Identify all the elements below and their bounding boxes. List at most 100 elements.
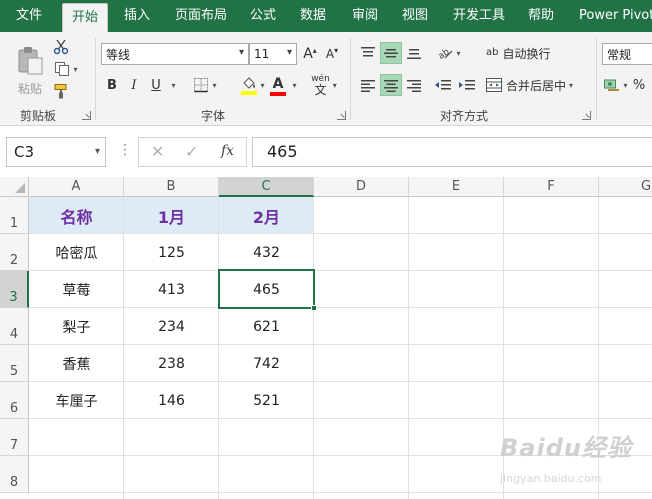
tab-formulas[interactable]: 公式 (250, 0, 276, 32)
merge-center-button[interactable]: 合并后居中 ▾ (486, 74, 586, 96)
cell-b4[interactable]: 234 (124, 308, 219, 345)
group-divider (95, 38, 96, 120)
font-dialog-launcher[interactable] (337, 111, 346, 120)
cut-button[interactable] (51, 38, 71, 56)
align-bottom-icon (407, 46, 421, 60)
column-header-e[interactable]: E (409, 177, 504, 197)
tab-help[interactable]: 帮助 (528, 0, 554, 32)
tab-insert[interactable]: 插入 (124, 0, 150, 32)
font-color-swatch (270, 92, 286, 96)
row-header-5[interactable]: 5 (0, 345, 29, 382)
cell-c2[interactable]: 432 (219, 234, 314, 271)
accounting-format-button[interactable]: ▾ (604, 74, 628, 96)
formula-input[interactable]: 465 (252, 137, 652, 167)
chevron-down-icon[interactable]: ▾ (95, 138, 100, 166)
cell-b2[interactable]: 125 (124, 234, 219, 271)
row-header-8[interactable]: 8 (0, 456, 29, 493)
column-header-b[interactable]: B (124, 177, 219, 197)
cell-a1[interactable]: 名称 (29, 197, 124, 234)
column-header-c[interactable]: C (219, 177, 314, 197)
chevron-down-icon[interactable]: ▾ (287, 47, 292, 58)
align-bottom-button[interactable] (403, 42, 425, 64)
tab-file[interactable]: 文件 (0, 0, 58, 32)
decrease-indent-button[interactable] (432, 74, 454, 96)
row-header-4[interactable]: 4 (0, 308, 29, 345)
column-header-f[interactable]: F (504, 177, 599, 197)
row-header-3[interactable]: 3 (0, 271, 29, 308)
align-top-button[interactable] (357, 42, 379, 64)
alignment-dialog-launcher[interactable] (582, 111, 591, 120)
chevron-down-icon: ▾ (456, 48, 461, 58)
clipboard-dialog-launcher[interactable] (82, 111, 91, 120)
insert-function-icon[interactable]: fx (221, 143, 234, 159)
row-header-1[interactable]: 1 (0, 197, 29, 234)
cell-a4[interactable]: 梨子 (29, 308, 124, 345)
font-size-combo[interactable]: 11 ▾ (249, 43, 297, 65)
copy-button[interactable]: ▾ (51, 60, 81, 78)
borders-button[interactable]: ▾ (188, 74, 222, 96)
cell-a5[interactable]: 香蕉 (29, 345, 124, 382)
italic-button[interactable]: I (124, 74, 144, 96)
font-name-combo[interactable]: 等线 ▾ (101, 43, 249, 65)
font-color-letter: A (272, 76, 284, 92)
formula-bar-grip[interactable]: ⋮ (118, 142, 132, 158)
increase-indent-button[interactable] (456, 74, 478, 96)
cell-c1[interactable]: 2月 (219, 197, 314, 234)
paste-button[interactable]: 粘贴 (12, 40, 48, 102)
cell-a3[interactable]: 草莓 (29, 271, 124, 308)
cell-c5[interactable]: 742 (219, 345, 314, 382)
column-header-a[interactable]: A (29, 177, 124, 197)
bold-button[interactable]: B (102, 74, 122, 96)
tab-view[interactable]: 视图 (402, 0, 428, 32)
column-header-d[interactable]: D (314, 177, 409, 197)
align-middle-button[interactable] (380, 42, 402, 64)
cell-c4[interactable]: 621 (219, 308, 314, 345)
orientation-button[interactable]: ab ▾ (434, 42, 464, 64)
phonetic-guide-button[interactable]: wén 文 ▾ (306, 72, 342, 98)
name-box[interactable]: C3 ▾ (6, 137, 106, 167)
fill-handle[interactable] (311, 305, 317, 311)
row-header-7[interactable]: 7 (0, 419, 29, 456)
tab-data[interactable]: 数据 (300, 0, 326, 32)
align-left-button[interactable] (357, 74, 379, 96)
underline-button[interactable]: U (146, 74, 166, 96)
shrink-font-button[interactable]: A ▾ (322, 43, 342, 65)
row-header-2[interactable]: 2 (0, 234, 29, 271)
chevron-down-icon[interactable]: ▾ (239, 47, 244, 58)
cell-b1[interactable]: 1月 (124, 197, 219, 234)
align-center-button[interactable] (380, 74, 402, 96)
font-color-dropdown[interactable]: ▾ (288, 74, 298, 96)
cell-a2[interactable]: 哈密瓜 (29, 234, 124, 271)
cell-c6[interactable]: 521 (219, 382, 314, 419)
row-header-6[interactable]: 6 (0, 382, 29, 419)
fill-color-dropdown[interactable]: ▾ (256, 74, 266, 96)
paste-icon (16, 46, 44, 76)
format-painter-button[interactable] (51, 82, 71, 100)
chevron-down-icon: ▾ (292, 80, 297, 90)
tab-review[interactable]: 审阅 (352, 0, 378, 32)
column-header-g[interactable]: G (599, 177, 652, 197)
font-size-value: 11 (254, 47, 270, 61)
tab-developer[interactable]: 开发工具 (453, 0, 505, 32)
number-format-combo[interactable]: 常规 (602, 43, 652, 65)
font-color-button[interactable]: A (268, 74, 288, 98)
cell-b5[interactable]: 238 (124, 345, 219, 382)
underline-dropdown[interactable]: ▾ (166, 74, 178, 96)
merge-center-label: 合并后居中 (506, 78, 567, 93)
tab-power-pivot[interactable]: Power Pivot (579, 0, 652, 32)
text-orientation-icon: ab (437, 46, 453, 60)
align-right-button[interactable] (403, 74, 425, 96)
enter-icon[interactable]: ✓ (185, 142, 198, 161)
cell-a6[interactable]: 车厘子 (29, 382, 124, 419)
percent-style-button[interactable]: % (628, 74, 650, 96)
wrap-text-button[interactable]: ab 自动换行 (486, 42, 562, 64)
tab-home[interactable]: 开始 (62, 3, 108, 32)
grow-font-label: A (303, 46, 313, 62)
grow-font-button[interactable]: A ▴ (300, 43, 320, 65)
cell-b3[interactable]: 413 (124, 271, 219, 308)
tab-page-layout[interactable]: 页面布局 (175, 0, 227, 32)
cell-b6[interactable]: 146 (124, 382, 219, 419)
align-middle-icon (384, 46, 398, 60)
cancel-icon[interactable]: ✕ (151, 142, 164, 161)
select-all-button[interactable] (0, 177, 29, 197)
